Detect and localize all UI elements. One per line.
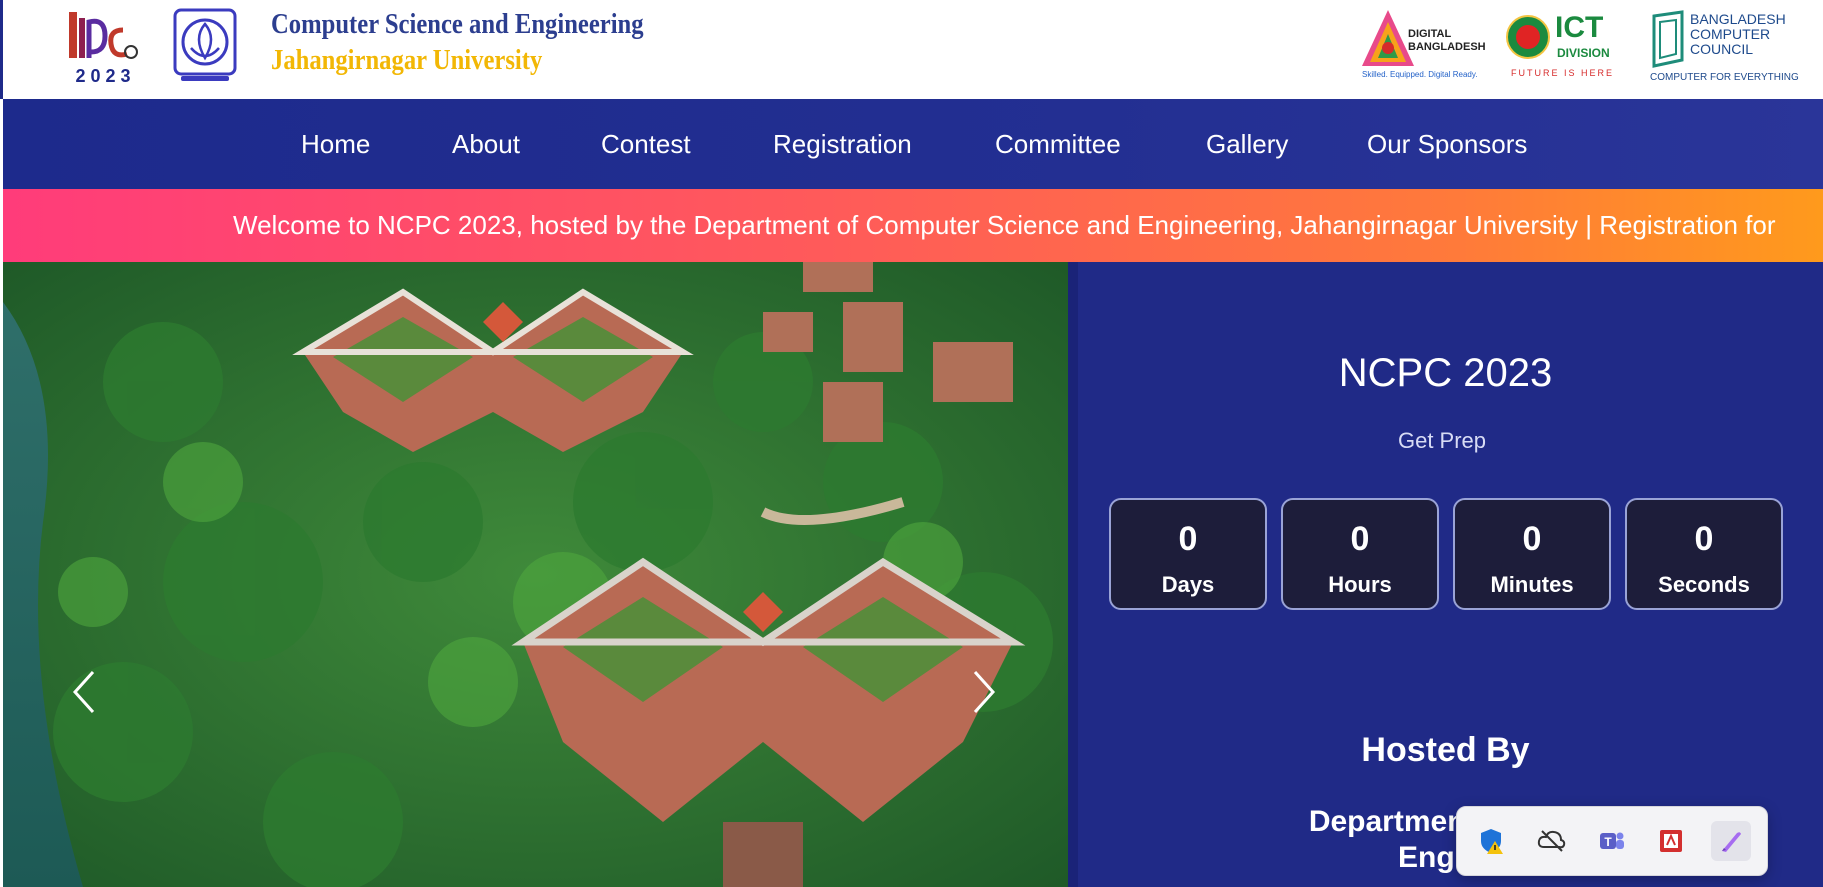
bcc-line3: COUNCIL xyxy=(1690,41,1754,57)
site-header: 2 0 2 3 Computer Science and Engineering… xyxy=(0,0,1823,99)
countdown-value: 0 xyxy=(1350,520,1370,558)
countdown-hours: 0 Hours xyxy=(1281,498,1439,610)
pen-icon[interactable] xyxy=(1711,821,1751,861)
nav-committee[interactable]: Committee xyxy=(995,129,1121,159)
bcc-line1: BANGLADESH xyxy=(1690,11,1786,27)
countdown-seconds: 0 Seconds xyxy=(1625,498,1783,610)
pdf-reader-icon[interactable] xyxy=(1651,821,1691,861)
hosted-by-heading: Hosted By xyxy=(1361,731,1530,769)
digital-bangladesh-logo[interactable]: DIGITAL BANGLADESH Skilled. Equipped. Di… xyxy=(1358,8,1486,84)
ict-name: ICT xyxy=(1555,11,1604,44)
nav-about[interactable]: About xyxy=(452,129,520,159)
nav-contest[interactable]: Contest xyxy=(601,129,691,159)
university-seal-logo[interactable] xyxy=(171,8,239,86)
countdown-panel: NCPC 2023 Get Prep 0 Days 0 Hours 0 Minu… xyxy=(1068,262,1823,887)
digital-bangladesh-line2: BANGLADESH xyxy=(1408,41,1486,53)
university-name: Jahangirnagar University xyxy=(271,45,543,76)
countdown-value: 0 xyxy=(1178,520,1198,558)
ict-division-logo[interactable]: ICT DIVISION FUTURE IS HERE xyxy=(1505,12,1617,82)
countdown-value: 0 xyxy=(1522,520,1542,558)
digital-bangladesh-tagline: Skilled. Equipped. Digital Ready. xyxy=(1362,70,1478,79)
windows-security-icon[interactable] xyxy=(1471,821,1511,861)
nav-home[interactable]: Home xyxy=(301,129,370,159)
hero-carousel[interactable] xyxy=(3,262,1068,887)
bcc-tagline: COMPUTER FOR EVERYTHING xyxy=(1650,72,1799,83)
carousel-prev-button[interactable] xyxy=(65,662,105,722)
countdown-timer: 0 Days 0 Hours 0 Minutes 0 Seconds xyxy=(1109,498,1799,614)
digital-bangladesh-line1: DIGITAL xyxy=(1408,28,1452,40)
bcc-emblem-icon xyxy=(1652,10,1684,68)
nav-gallery[interactable]: Gallery xyxy=(1206,129,1288,159)
event-subtitle: Get Prep xyxy=(1397,428,1487,453)
ict-division-label: DIVISION xyxy=(1557,46,1610,60)
announcement-text: Welcome to NCPC 2023, hosted by the Depa… xyxy=(233,210,1776,240)
countdown-days: 0 Days xyxy=(1109,498,1267,610)
bcc-logo[interactable]: BANGLADESH COMPUTER COUNCIL COMPUTER FOR… xyxy=(1648,8,1799,88)
nav-our-sponsors[interactable]: Our Sponsors xyxy=(1367,129,1527,159)
ncpc-logo[interactable]: 2 0 2 3 xyxy=(65,8,145,86)
chevron-left-icon xyxy=(72,670,95,714)
nav-registration[interactable]: Registration xyxy=(773,129,912,159)
ict-tagline: FUTURE IS HERE xyxy=(1511,68,1615,78)
ncpc-logo-year: 2 0 2 3 xyxy=(75,66,130,86)
countdown-label: Hours xyxy=(1328,572,1392,597)
system-tray-overflow: T xyxy=(1456,806,1768,876)
countdown-minutes: 0 Minutes xyxy=(1453,498,1611,610)
main-navigation: Home About Contest Registration Committe… xyxy=(3,99,1823,189)
chevron-right-icon xyxy=(973,670,996,714)
countdown-label: Seconds xyxy=(1658,572,1750,597)
carousel-next-button[interactable] xyxy=(963,662,1003,722)
countdown-value: 0 xyxy=(1694,520,1714,558)
ict-emblem-icon xyxy=(1506,15,1550,59)
svg-text:T: T xyxy=(1604,835,1612,849)
campus-aerial-photo xyxy=(3,262,1068,887)
countdown-label: Minutes xyxy=(1490,572,1574,597)
teams-icon[interactable]: T xyxy=(1591,821,1631,861)
announcement-marquee: Welcome to NCPC 2023, hosted by the Depa… xyxy=(3,189,1823,262)
department-title: Computer Science and Engineering xyxy=(271,9,644,40)
countdown-label: Days xyxy=(1161,572,1215,597)
event-title: NCPC 2023 xyxy=(1338,351,1553,395)
onedrive-icon[interactable] xyxy=(1531,821,1571,861)
digital-bangladesh-emblem-icon xyxy=(1362,10,1414,66)
bcc-line2: COMPUTER xyxy=(1690,26,1771,42)
